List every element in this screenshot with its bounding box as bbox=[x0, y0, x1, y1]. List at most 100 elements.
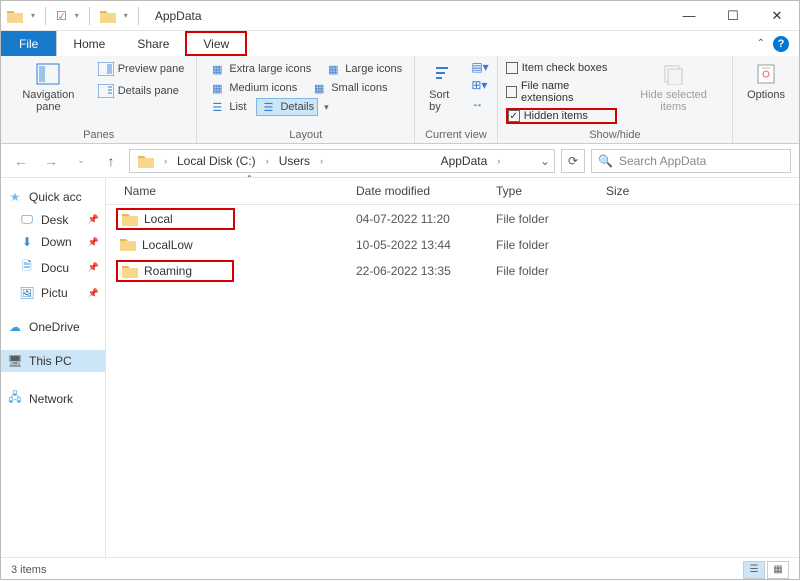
navigation-pane-button[interactable]: Navigation pane bbox=[9, 60, 88, 115]
layout-more-icon[interactable]: ▾ bbox=[324, 102, 329, 113]
ribbon-group-panes: Navigation pane Preview pane Details pan… bbox=[1, 56, 197, 143]
folder-icon bbox=[138, 154, 154, 168]
qat-dropdown-icon[interactable]: ▾ bbox=[75, 11, 79, 20]
list-item[interactable]: LocalLow 10-05-2022 13:44 File folder bbox=[106, 233, 799, 257]
extra-large-icons-button[interactable]: ▦Extra large icons bbox=[205, 60, 315, 78]
nav-this-pc[interactable]: 🖥This PC bbox=[1, 350, 105, 372]
main-area: ★Quick acc 🖵Desk📌 ⬇Down📌 🗎Docu📌 🖼Pictu📌 … bbox=[1, 178, 799, 557]
group-label-current-view: Current view bbox=[423, 127, 489, 141]
nav-desktop[interactable]: 🖵Desk📌 bbox=[1, 208, 105, 231]
folder-icon bbox=[100, 9, 116, 23]
file-list: Name⌃ Date modified Type Size Local 04-0… bbox=[106, 178, 799, 557]
back-button[interactable]: ← bbox=[9, 149, 33, 173]
ribbon-group-showhide: Item check boxes File name extensions ✓H… bbox=[498, 56, 733, 143]
item-type: File folder bbox=[496, 238, 606, 252]
documents-icon: 🗎 bbox=[19, 257, 35, 278]
column-header-type[interactable]: Type bbox=[496, 184, 606, 198]
column-header-date[interactable]: Date modified bbox=[356, 184, 496, 198]
pin-icon: 📌 bbox=[88, 214, 99, 225]
network-icon: 🖧 bbox=[7, 388, 23, 409]
group-label-layout: Layout bbox=[205, 127, 406, 141]
address-bar: ← → ⌄ ↑ › Local Disk (C:) › Users › AppD… bbox=[1, 144, 799, 178]
onedrive-icon: ☁ bbox=[7, 320, 23, 334]
breadcrumb-segment[interactable]: Users bbox=[275, 152, 314, 170]
sort-by-button[interactable]: Sort by bbox=[423, 60, 465, 115]
list-icon: ☰ bbox=[209, 100, 225, 114]
breadcrumb-segment[interactable]: Local Disk (C:) bbox=[173, 152, 260, 170]
medium-icons-button[interactable]: ▦Medium icons bbox=[205, 79, 301, 97]
nav-onedrive[interactable]: ☁OneDrive bbox=[1, 316, 105, 338]
breadcrumb-segment[interactable]: AppData bbox=[437, 152, 492, 170]
large-icons-button[interactable]: ▦Large icons bbox=[321, 60, 406, 78]
preview-pane-button[interactable]: Preview pane bbox=[94, 60, 189, 78]
collapse-ribbon-icon[interactable]: ⌃ bbox=[757, 38, 765, 49]
hidden-items-toggle[interactable]: ✓Hidden items bbox=[506, 108, 617, 124]
details-button[interactable]: ☰Details bbox=[256, 98, 318, 116]
hide-selected-button[interactable]: Hide selected items bbox=[623, 60, 724, 115]
chevron-right-icon[interactable]: › bbox=[316, 156, 327, 166]
medium-icon: ▦ bbox=[209, 81, 225, 95]
list-button[interactable]: ☰List bbox=[205, 98, 250, 116]
small-icons-button[interactable]: ▦Small icons bbox=[307, 79, 391, 97]
nav-documents[interactable]: 🗎Docu📌 bbox=[1, 253, 105, 282]
up-button[interactable]: ↑ bbox=[99, 149, 123, 173]
checkbox-icon[interactable]: ☑ bbox=[56, 9, 67, 23]
tab-view[interactable]: View bbox=[185, 31, 247, 56]
breadcrumb[interactable]: › Local Disk (C:) › Users › AppData › ⌄ bbox=[129, 149, 555, 173]
overflow-icon[interactable]: ▾ bbox=[124, 11, 128, 20]
tab-file[interactable]: File bbox=[1, 31, 57, 56]
downloads-icon: ⬇ bbox=[19, 235, 35, 249]
options-button[interactable]: Options bbox=[741, 60, 791, 103]
group-by-icon[interactable]: ▤▾ bbox=[471, 60, 488, 74]
desktop-icon: 🖵 bbox=[19, 212, 35, 227]
maximize-button[interactable]: ☐ bbox=[711, 1, 755, 31]
details-view-button[interactable]: ☰ bbox=[743, 561, 765, 579]
close-button[interactable]: ✕ bbox=[755, 1, 799, 31]
pin-icon: 📌 bbox=[88, 288, 99, 299]
file-name-extensions-toggle[interactable]: File name extensions bbox=[506, 78, 617, 106]
refresh-button[interactable]: ⟳ bbox=[561, 149, 585, 173]
qat-dropdown-icon[interactable]: ▾ bbox=[31, 11, 35, 20]
chevron-right-icon[interactable]: › bbox=[160, 156, 171, 166]
chevron-right-icon[interactable]: › bbox=[493, 156, 504, 166]
large-icons-view-button[interactable]: ▦ bbox=[767, 561, 789, 579]
nav-pictures[interactable]: 🖼Pictu📌 bbox=[1, 282, 105, 304]
search-input[interactable]: 🔍 Search AppData bbox=[591, 149, 791, 173]
ribbon-group-layout: ▦Extra large icons ▦Large icons ▦Medium … bbox=[197, 56, 415, 143]
forward-button[interactable]: → bbox=[39, 149, 63, 173]
status-item-count: 3 items bbox=[11, 564, 46, 576]
list-item[interactable]: Roaming 22-06-2022 13:35 File folder bbox=[106, 257, 799, 285]
window-controls: — ☐ ✕ bbox=[667, 1, 799, 31]
window-title: AppData bbox=[155, 9, 202, 23]
breadcrumb-dropdown-icon[interactable]: ⌄ bbox=[540, 154, 550, 168]
nav-network[interactable]: 🖧Network bbox=[1, 384, 105, 413]
item-check-boxes-toggle[interactable]: Item check boxes bbox=[506, 60, 617, 76]
ribbon: Navigation pane Preview pane Details pan… bbox=[1, 56, 799, 144]
add-columns-icon[interactable]: ⊞▾ bbox=[471, 78, 488, 92]
ribbon-group-current-view: Sort by ▤▾ ⊞▾ ↔ Current view bbox=[415, 56, 498, 143]
item-date: 10-05-2022 13:44 bbox=[356, 238, 496, 252]
recent-locations-button[interactable]: ⌄ bbox=[69, 149, 93, 173]
nav-quick-access[interactable]: ★Quick acc bbox=[1, 186, 105, 208]
checkbox-icon bbox=[506, 86, 517, 98]
list-item[interactable]: Local 04-07-2022 11:20 File folder bbox=[106, 205, 799, 233]
tab-share[interactable]: Share bbox=[121, 31, 185, 56]
item-name: LocalLow bbox=[142, 238, 193, 252]
tab-home[interactable]: Home bbox=[57, 31, 121, 56]
pin-icon: 📌 bbox=[88, 262, 99, 273]
chevron-right-icon[interactable]: › bbox=[262, 156, 273, 166]
column-header-size[interactable]: Size bbox=[606, 184, 799, 198]
column-headers: Name⌃ Date modified Type Size bbox=[106, 178, 799, 205]
nav-downloads[interactable]: ⬇Down📌 bbox=[1, 231, 105, 253]
item-name: Local bbox=[144, 212, 173, 226]
checkbox-checked-icon: ✓ bbox=[508, 110, 520, 122]
size-columns-icon[interactable]: ↔ bbox=[471, 96, 488, 110]
minimize-button[interactable]: — bbox=[667, 1, 711, 31]
options-icon bbox=[754, 62, 778, 86]
details-pane-icon bbox=[98, 84, 114, 98]
details-pane-button[interactable]: Details pane bbox=[94, 82, 189, 100]
column-header-name[interactable]: Name⌃ bbox=[106, 184, 356, 198]
help-icon[interactable]: ? bbox=[773, 36, 789, 52]
pin-icon: 📌 bbox=[88, 237, 99, 248]
large-icon: ▦ bbox=[325, 62, 341, 76]
